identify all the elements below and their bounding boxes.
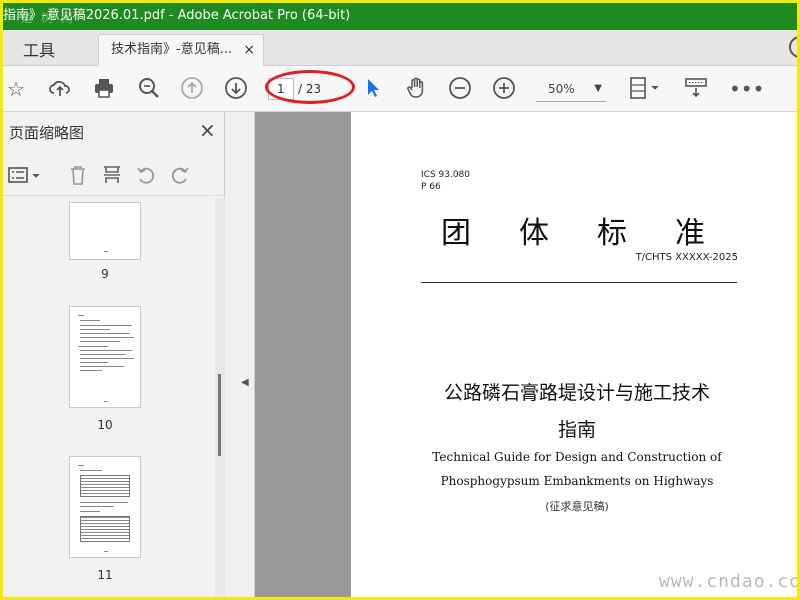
panel-collapse-strip[interactable]: ◀ [225,112,255,597]
hand-tool-icon[interactable] [403,76,429,102]
thumbnail-page[interactable] [69,306,141,408]
document-title-zh-line2: 指南 [557,419,596,441]
zoom-out-icon[interactable] [447,76,473,102]
thumbnail-page-number: 10 [97,418,113,432]
previous-page-icon[interactable] [179,76,205,102]
panel-title: 页面缩略图 [9,124,85,142]
zoom-level-value: 50% [548,82,575,96]
page-navigator: / 23 [268,78,350,102]
help-icon[interactable] [789,36,797,58]
zoom-search-icon[interactable] [136,76,162,102]
thumbnail-page[interactable] [69,456,141,558]
collapse-left-icon[interactable]: ◀ [241,377,249,388]
zoom-level-select[interactable]: 50% ▼ [536,78,606,102]
select-arrow-icon[interactable] [359,76,385,102]
title-bar: 指南》-意见稿2026.01.pdf - Adobe Acrobat Pro (… [3,3,797,30]
draft-label: (征求意见稿) [545,500,609,513]
star-icon[interactable]: ☆ [3,76,29,102]
thumbnail-page-number: 11 [97,568,113,582]
fit-page-icon[interactable] [627,76,663,102]
current-page-input[interactable] [268,78,294,100]
thumbnail-page[interactable] [69,202,141,260]
total-pages: / 23 [298,82,322,96]
zoom-in-icon[interactable] [491,76,517,102]
pdf-page: ICS 93.080 P 66 团体标准 T/CHTS XXXXX-2025 公… [351,112,797,597]
tab-row: 工具 技术指南》-意见稿... × [3,30,797,66]
thumbnail-scrollbar[interactable] [215,198,225,597]
next-page-icon[interactable] [223,76,249,102]
close-panel-icon[interactable]: × [199,118,216,142]
page-thumbnails-panel: 页面缩略图 × 9 10 11 [3,112,225,597]
header-rule [421,282,737,283]
chevron-down-icon: ▼ [594,83,602,94]
ics-code: ICS 93.080 [421,170,471,180]
document-title-en-line2: Phosphogypsum Embankments on Highways [440,474,714,488]
print-icon[interactable] [91,76,117,102]
thumbnail-list: 9 10 11 [3,198,215,597]
document-viewport: ICS 93.080 P 66 团体标准 T/CHTS XXXXX-2025 公… [255,112,797,597]
cloud-upload-icon[interactable] [47,76,73,102]
more-options-icon[interactable]: ••• [729,76,764,102]
scroll-thumb[interactable] [218,374,221,456]
standard-type-heading: 团体标准 [441,216,753,251]
panel-toolbar [3,152,225,196]
document-tab[interactable]: 技术指南》-意见稿... × [98,34,264,66]
rotate-left-icon[interactable] [135,164,157,186]
document-title-en-line1: Technical Guide for Design and Construct… [432,450,722,464]
site-watermark-top: 道 树 网 [21,11,75,25]
main-toolbar: ☆ / 23 [3,66,797,112]
ics-codes: ICS 93.080 P 66 [421,169,470,193]
tab-tools[interactable]: 工具 [23,37,55,61]
app-window: 指南》-意见稿2026.01.pdf - Adobe Acrobat Pro (… [0,0,800,600]
thumbnail-options-icon[interactable] [7,164,43,186]
rotate-right-icon[interactable] [169,164,191,186]
p-code: P 66 [421,182,441,192]
thumbnail-page-number: 9 [101,267,109,281]
document-tab-label: 技术指南》-意见稿... [111,42,233,57]
site-watermark-bottom: www.cndao.com [659,571,800,592]
document-title-zh-line1: 公路磷石膏路堤设计与施工技术 [443,382,710,404]
keyboard-tools-icon[interactable] [683,76,709,102]
standard-code: T/CHTS XXXXX-2025 [635,252,738,263]
close-tab-icon[interactable]: × [243,35,255,65]
insert-page-icon[interactable] [101,164,123,186]
trash-icon[interactable] [67,164,89,186]
